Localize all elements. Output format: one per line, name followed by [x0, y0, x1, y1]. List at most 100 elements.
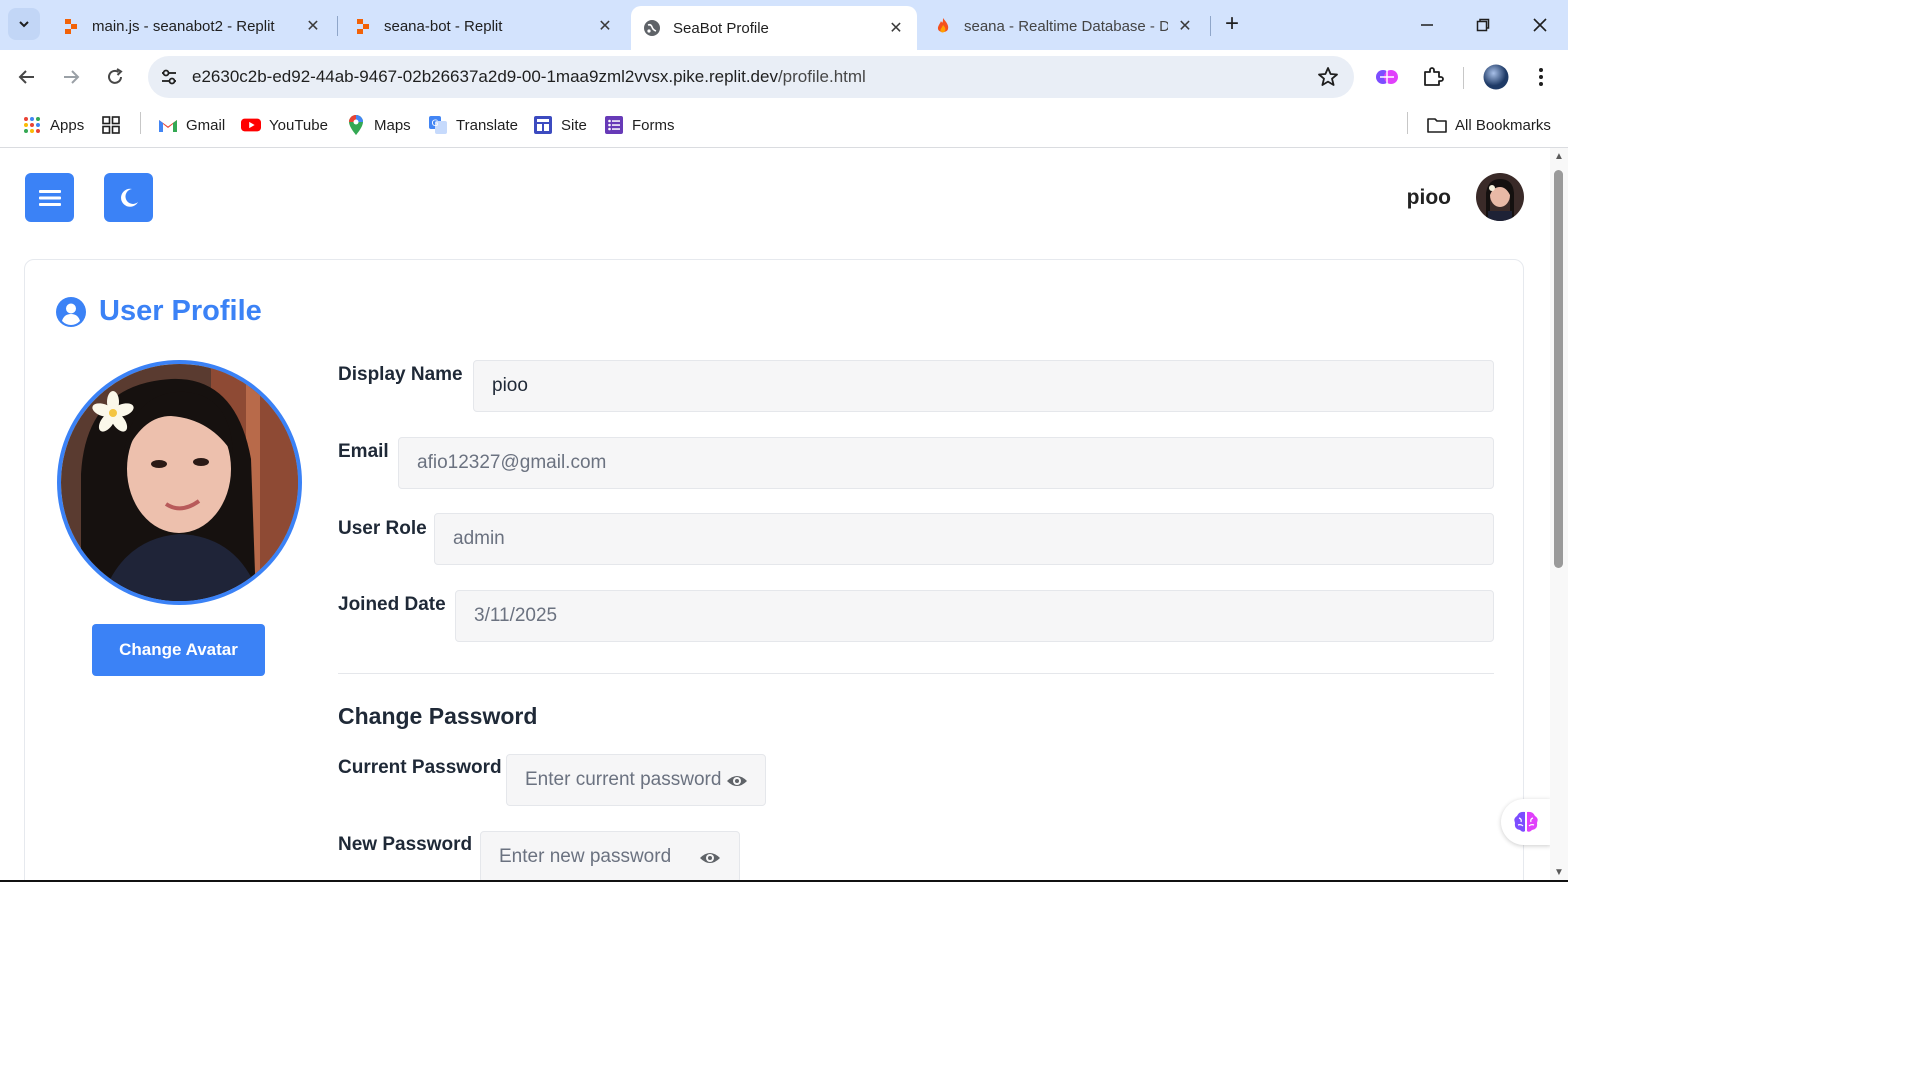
bookmark-star-icon[interactable] [1316, 65, 1340, 94]
close-icon[interactable]: ✕ [596, 17, 614, 35]
bookmark-label: Gmail [186, 116, 226, 134]
gmail-icon [158, 115, 178, 135]
current-password-input[interactable]: Enter current password [506, 754, 766, 806]
brain-extension-icon[interactable] [1372, 62, 1402, 92]
replit-icon [357, 19, 369, 34]
toolbar-separator [1463, 67, 1464, 89]
user-role-label: User Role [338, 518, 427, 539]
url-text: e2630c2b-ed92-44ab-9467-02b26637a2d9-00-… [192, 67, 866, 87]
section-divider [338, 673, 1494, 674]
site-info-icon[interactable] [154, 62, 184, 92]
close-icon [1533, 18, 1547, 32]
close-icon[interactable]: ✕ [1176, 17, 1194, 35]
plus-icon: + [1224, 10, 1239, 37]
dark-mode-toggle[interactable] [104, 173, 153, 222]
browser-toolbar: e2630c2b-ed92-44ab-9467-02b26637a2d9-00-… [0, 50, 1568, 104]
bookmark-maps[interactable]: Maps [346, 112, 411, 138]
bookmark-separator [1407, 112, 1408, 134]
forward-button[interactable] [56, 62, 86, 92]
firebase-icon [937, 18, 949, 33]
bookmark-label: Site [561, 116, 587, 134]
email-label: Email [338, 441, 389, 462]
user-role-field[interactable]: admin [434, 513, 1494, 565]
tab-realtime-database[interactable]: seana - Realtime Database - Da ✕ [922, 6, 1206, 46]
display-name-label: Display Name [338, 364, 463, 385]
url-host: e2630c2b-ed92-44ab-9467-02b26637a2d9-00-… [192, 67, 778, 86]
back-button[interactable] [12, 62, 42, 92]
bookmark-label: Translate [456, 116, 518, 134]
bookmark-separator [140, 112, 141, 134]
tab-title: SeaBot Profile [673, 19, 769, 37]
address-bar[interactable]: e2630c2b-ed92-44ab-9467-02b26637a2d9-00-… [148, 56, 1354, 98]
bookmark-label: Apps [50, 116, 85, 134]
folder-icon [1427, 115, 1447, 135]
tab-title: seana - Realtime Database - Da [964, 17, 1168, 35]
eye-icon[interactable] [726, 770, 748, 792]
display-name-input[interactable]: pioo [473, 360, 1494, 412]
bookmark-site[interactable]: Site [533, 112, 587, 138]
header-username: pioo [1406, 186, 1451, 209]
restore-icon [1476, 18, 1490, 32]
apps-grid-icon [22, 115, 42, 135]
bookmark-forms[interactable]: Forms [604, 112, 675, 138]
svg-text:G: G [432, 119, 439, 129]
extensions-icon[interactable] [1418, 62, 1448, 92]
email-field[interactable]: afio12327@gmail.com [398, 437, 1494, 489]
page-scrollbar[interactable]: ▲ ▼ [1550, 148, 1568, 882]
more-menu-icon[interactable] [1526, 62, 1556, 92]
header-avatar[interactable] [1476, 173, 1524, 221]
page-title-text: User Profile [99, 295, 262, 327]
restore-button[interactable] [1468, 10, 1498, 40]
chevron-down-icon [19, 21, 29, 28]
tab-search-button[interactable] [8, 8, 40, 40]
close-icon[interactable]: ✕ [304, 17, 322, 35]
minimize-button[interactable] [1412, 10, 1442, 40]
all-bookmarks-button[interactable]: All Bookmarks [1427, 112, 1551, 138]
joined-date-field[interactable]: 3/11/2025 [455, 590, 1494, 642]
scroll-down-arrow[interactable]: ▼ [1553, 868, 1565, 878]
tab-strip: main.js - seanabot2 - Replit ✕ seana-bot… [0, 0, 1568, 50]
url-path: /profile.html [777, 67, 866, 86]
scroll-up-arrow[interactable]: ▲ [1553, 152, 1565, 162]
menu-button[interactable] [25, 173, 74, 222]
current-password-placeholder: Enter current password [525, 769, 722, 790]
eye-icon[interactable] [699, 847, 721, 869]
bookmark-youtube[interactable]: YouTube [241, 112, 328, 138]
profile-card: User Profile Change Avatar Display Name … [24, 259, 1524, 882]
new-password-input[interactable]: Enter new password [480, 831, 740, 882]
tab-seana-bot[interactable]: seana-bot - Replit ✕ [342, 6, 626, 46]
change-avatar-button[interactable]: Change Avatar [92, 624, 265, 676]
tab-separator [337, 16, 338, 36]
bookmarks-bar: Apps Gmail YouTube Maps G Translate Site [0, 104, 1568, 144]
moon-icon [120, 188, 138, 207]
scroll-thumb[interactable] [1554, 170, 1563, 568]
user-circle-icon [56, 296, 86, 327]
minimize-icon [1421, 24, 1433, 26]
translate-icon: G [428, 115, 448, 135]
reload-button[interactable] [100, 62, 130, 92]
bookmark-gmail[interactable]: Gmail [158, 112, 225, 138]
close-window-button[interactable] [1525, 10, 1555, 40]
hamburger-icon [38, 189, 61, 206]
replit-icon [65, 19, 77, 34]
close-icon[interactable]: ✕ [887, 19, 905, 37]
current-password-label: Current Password [338, 757, 502, 778]
new-tab-button[interactable]: + [1218, 10, 1246, 38]
bookmark-translate[interactable]: G Translate [428, 112, 518, 138]
sites-icon [533, 115, 553, 135]
change-password-heading: Change Password [338, 703, 538, 729]
youtube-icon [241, 115, 261, 135]
page-viewport: pioo User Profile Change Avatar Display … [0, 148, 1550, 882]
bookmark-tab-groups[interactable] [101, 112, 129, 138]
tab-main-js[interactable]: main.js - seanabot2 - Replit ✕ [50, 6, 334, 46]
floating-assistant-button[interactable] [1501, 799, 1550, 845]
profile-avatar-icon[interactable] [1481, 62, 1511, 92]
joined-date-label: Joined Date [338, 594, 446, 615]
bookmark-apps[interactable]: Apps [22, 112, 84, 138]
tab-seabot-profile[interactable]: SeaBot Profile ✕ [631, 6, 917, 50]
bookmark-label: Maps [374, 116, 411, 134]
new-password-label: New Password [338, 834, 473, 855]
forms-icon [604, 115, 624, 135]
globe-icon [644, 20, 660, 36]
tab-title: seana-bot - Replit [384, 17, 503, 35]
